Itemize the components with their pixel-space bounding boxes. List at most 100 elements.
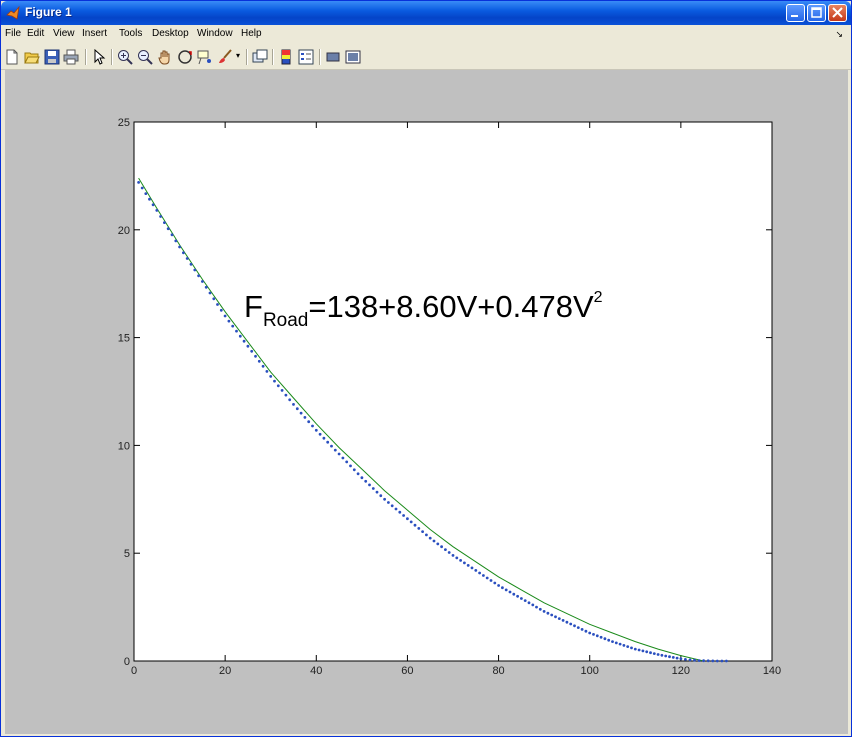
data-point — [535, 605, 538, 609]
data-point — [413, 523, 417, 527]
data-point — [603, 637, 607, 641]
brush-dropdown-arrow[interactable]: ▾ — [236, 51, 240, 60]
data-point — [189, 262, 193, 266]
equation-symbol: F — [244, 289, 263, 324]
data-point — [174, 239, 178, 243]
data-point — [580, 628, 584, 631]
save-icon[interactable] — [44, 49, 60, 65]
data-point — [242, 339, 246, 343]
data-point — [660, 653, 664, 657]
menu-insert[interactable]: Insert — [82, 28, 107, 39]
data-point — [375, 490, 379, 494]
toolbar-separator — [319, 49, 321, 65]
data-point — [292, 403, 295, 406]
x-tick-label: 120 — [672, 665, 690, 677]
menu-help[interactable]: Help — [241, 28, 262, 39]
insert-colorbar-icon[interactable] — [278, 49, 294, 65]
plot-axes[interactable]: 0 20 40 60 80 100 120 140 0 5 10 15 20 25 — [5, 70, 848, 734]
figure-canvas[interactable]: 0 20 40 60 80 100 120 140 0 5 10 15 20 25 FRoad=138+… — [5, 70, 848, 734]
data-point — [216, 303, 219, 306]
data-point — [550, 613, 554, 617]
data-point — [697, 659, 701, 662]
zoom-out-icon[interactable] — [137, 49, 153, 65]
data-point — [238, 334, 242, 338]
data-point — [688, 658, 692, 662]
data-point — [284, 393, 288, 397]
data-point — [668, 655, 671, 659]
maximize-button[interactable] — [807, 4, 826, 22]
data-point — [356, 472, 360, 476]
data-point — [276, 384, 280, 388]
data-point — [614, 641, 618, 645]
data-point — [512, 592, 516, 596]
close-button[interactable] — [828, 4, 847, 22]
menu-view[interactable]: View — [53, 28, 75, 39]
data-point — [307, 420, 311, 424]
menu-tools[interactable]: Tools — [119, 28, 142, 39]
minimize-icon — [791, 15, 798, 17]
data-point — [531, 603, 535, 607]
rotate-3d-icon[interactable] — [177, 49, 193, 65]
x-tick-label: 80 — [492, 665, 504, 677]
data-point — [641, 649, 645, 653]
data-point — [478, 571, 481, 575]
print-icon[interactable] — [63, 49, 79, 65]
menu-window[interactable]: Window — [197, 28, 233, 39]
data-point — [546, 611, 550, 615]
data-point — [428, 536, 432, 540]
data-point — [144, 192, 148, 195]
data-point — [345, 460, 349, 464]
data-point — [257, 359, 261, 363]
equation-subscript: Road — [262, 310, 309, 331]
pan-hand-icon[interactable] — [157, 49, 173, 65]
data-point — [656, 653, 660, 656]
figure-toolbar: ▾ — [1, 45, 851, 70]
data-cursor-icon[interactable] — [197, 49, 213, 65]
data-point — [599, 635, 603, 639]
show-plot-tools-icon[interactable] — [345, 49, 361, 65]
data-point — [436, 542, 440, 546]
data-point — [725, 659, 728, 663]
toolbar-separator — [272, 49, 274, 65]
minimize-button[interactable] — [786, 4, 805, 22]
edit-plot-arrow-icon[interactable] — [91, 49, 107, 65]
data-point — [501, 586, 504, 590]
menu-edit[interactable]: Edit — [27, 28, 44, 39]
link-plot-icon[interactable] — [252, 49, 268, 65]
zoom-in-icon[interactable] — [117, 49, 133, 65]
data-point — [607, 638, 611, 642]
data-point — [630, 646, 633, 650]
insert-legend-icon[interactable] — [298, 49, 314, 65]
title-bar[interactable]: Figure 1 — [1, 1, 851, 25]
data-point — [523, 599, 527, 602]
data-point — [516, 594, 519, 598]
data-point — [482, 574, 485, 577]
equation-body: =138+8.60V+0.478V — [308, 289, 594, 324]
data-point — [573, 624, 576, 628]
data-point — [330, 444, 333, 448]
data-point — [466, 564, 470, 567]
data-point — [231, 324, 235, 328]
new-figure-icon[interactable] — [4, 49, 20, 65]
data-point — [576, 626, 580, 629]
menu-desktop[interactable]: Desktop — [152, 28, 189, 39]
menu-file[interactable]: File — [5, 28, 21, 39]
x-tick-label: 60 — [401, 665, 413, 677]
data-point — [425, 533, 428, 537]
dock-figure-icon[interactable]: ↘ — [835, 30, 843, 40]
data-point — [474, 569, 478, 572]
data-point — [185, 257, 189, 260]
brush-icon[interactable] — [217, 49, 233, 65]
data-point — [341, 456, 345, 460]
open-file-icon[interactable] — [24, 49, 40, 65]
x-tick-label: 40 — [310, 665, 322, 677]
data-point — [542, 610, 546, 613]
x-tick-labels: 0 20 40 60 80 100 120 140 — [131, 665, 781, 677]
data-point — [671, 656, 675, 659]
menu-bar: File Edit View Insert Tools Desktop Wind… — [1, 25, 851, 45]
data-point — [715, 659, 719, 663]
data-point — [679, 657, 683, 661]
data-point — [595, 634, 599, 638]
hide-plot-tools-icon[interactable] — [325, 49, 341, 65]
data-point — [299, 411, 303, 415]
